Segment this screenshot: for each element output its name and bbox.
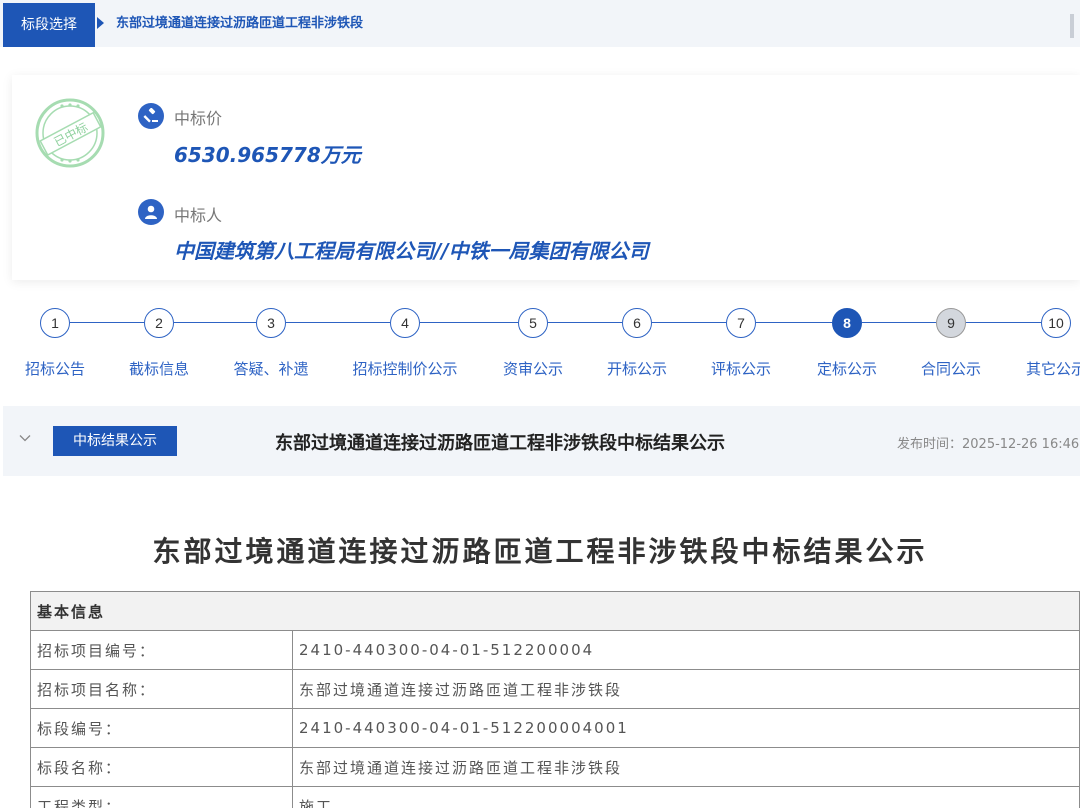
table-header-row: 基本信息 [30, 591, 1080, 631]
segment-title[interactable]: 东部过境通道连接过沥路匝道工程非涉铁段 [116, 12, 363, 31]
step-number-2[interactable]: 2 [144, 308, 174, 338]
process-steps: 1 招标公告 2 截标信息 3 答疑、补遗 4 招标控制价公示 5 资审公示 6 开标公示 7 评标公示 8… [0, 300, 1080, 385]
step-connector [862, 322, 936, 323]
step-label-7[interactable]: 评标公示 [711, 358, 771, 379]
row-value: 2410-440300-04-01-512200004001 [292, 708, 1080, 748]
table-row: 招标项目编号： 2410-440300-04-01-512200004 [30, 630, 1080, 670]
step-connector [286, 322, 390, 323]
gavel-icon [138, 103, 164, 129]
table-row: 标段名称： 东部过境通道连接过沥路匝道工程非涉铁段 [30, 747, 1080, 787]
top-bar: 标段选择 东部过境通道连接过沥路匝道工程非涉铁段 [0, 0, 1080, 47]
step-connector [420, 322, 518, 323]
step-label-1[interactable]: 招标公告 [25, 358, 85, 379]
step-label-3[interactable]: 答疑、补遗 [233, 358, 308, 379]
notice-title: 东部过境通道连接过沥路匝道工程非涉铁段中标结果公示 [275, 433, 725, 454]
step-number-10[interactable]: 10 [1041, 308, 1071, 338]
publish-time: 发布时间：2025-12-26 16:46: [897, 437, 1080, 452]
step-connector [756, 322, 832, 323]
document-title: 东部过境通道连接过沥路匝道工程非涉铁段中标结果公示 [152, 535, 928, 568]
step-label-5[interactable]: 资审公示 [503, 358, 563, 379]
row-key: 工程类型： [30, 786, 293, 808]
winner-label: 中标人 [174, 206, 223, 225]
step-connector [652, 322, 726, 323]
step-connector [548, 322, 622, 323]
step-number-3[interactable]: 3 [256, 308, 286, 338]
row-key: 标段名称： [30, 747, 293, 787]
scrollbar-handle[interactable] [1070, 14, 1074, 38]
step-label-2[interactable]: 截标信息 [129, 358, 189, 379]
winning-stamp-icon: 已中标 [35, 98, 105, 168]
step-number-1[interactable]: 1 [40, 308, 70, 338]
step-number-4[interactable]: 4 [390, 308, 420, 338]
basic-info-table: 基本信息 招标项目编号： 2410-440300-04-01-512200004 招… [30, 591, 1080, 808]
section-header: 基本信息 [30, 591, 1080, 631]
step-label-10[interactable]: 其它公示 [1026, 358, 1080, 379]
row-value: 施工 [292, 786, 1080, 808]
table-row: 标段编号： 2410-440300-04-01-512200004001 [30, 708, 1080, 748]
chevron-down-icon[interactable] [19, 432, 31, 444]
segment-arrow-icon [97, 17, 104, 29]
row-key: 招标项目名称： [30, 669, 293, 709]
step-label-6[interactable]: 开标公示 [607, 358, 667, 379]
row-value: 东部过境通道连接过沥路匝道工程非涉铁段 [292, 669, 1080, 709]
award-card: 已中标 中标价 6530.965778万元 中标人 中国建筑第八工程局有限公司/… [12, 75, 1080, 280]
step-label-4[interactable]: 招标控制价公示 [352, 358, 457, 379]
row-value: 东部过境通道连接过沥路匝道工程非涉铁段 [292, 747, 1080, 787]
price-label: 中标价 [174, 109, 223, 128]
step-number-8[interactable]: 8 [832, 308, 862, 338]
notice-type-tag[interactable]: 中标结果公示 [53, 426, 177, 456]
row-key: 招标项目编号： [30, 630, 293, 670]
step-number-9[interactable]: 9 [936, 308, 966, 338]
table-row: 工程类型： 施工 [30, 786, 1080, 808]
table-row: 招标项目名称： 东部过境通道连接过沥路匝道工程非涉铁段 [30, 669, 1080, 709]
user-icon [138, 199, 164, 225]
stamp-text: 已中标 [51, 119, 90, 149]
step-connector [966, 322, 1041, 323]
step-connector [174, 322, 256, 323]
notice-bar: 中标结果公示 东部过境通道连接过沥路匝道工程非涉铁段中标结果公示 发布时间：20… [3, 406, 1080, 476]
row-value: 2410-440300-04-01-512200004 [292, 630, 1080, 670]
step-number-5[interactable]: 5 [518, 308, 548, 338]
winner-value: 中国建筑第八工程局有限公司//中铁一局集团有限公司 [174, 239, 649, 263]
row-key: 标段编号： [30, 708, 293, 748]
price-value: 6530.965778万元 [174, 143, 361, 167]
step-connector [70, 322, 144, 323]
step-number-7[interactable]: 7 [726, 308, 756, 338]
step-number-6[interactable]: 6 [622, 308, 652, 338]
step-label-9[interactable]: 合同公示 [921, 358, 981, 379]
segment-select-button[interactable]: 标段选择 [3, 3, 95, 47]
step-label-8[interactable]: 定标公示 [817, 358, 877, 379]
